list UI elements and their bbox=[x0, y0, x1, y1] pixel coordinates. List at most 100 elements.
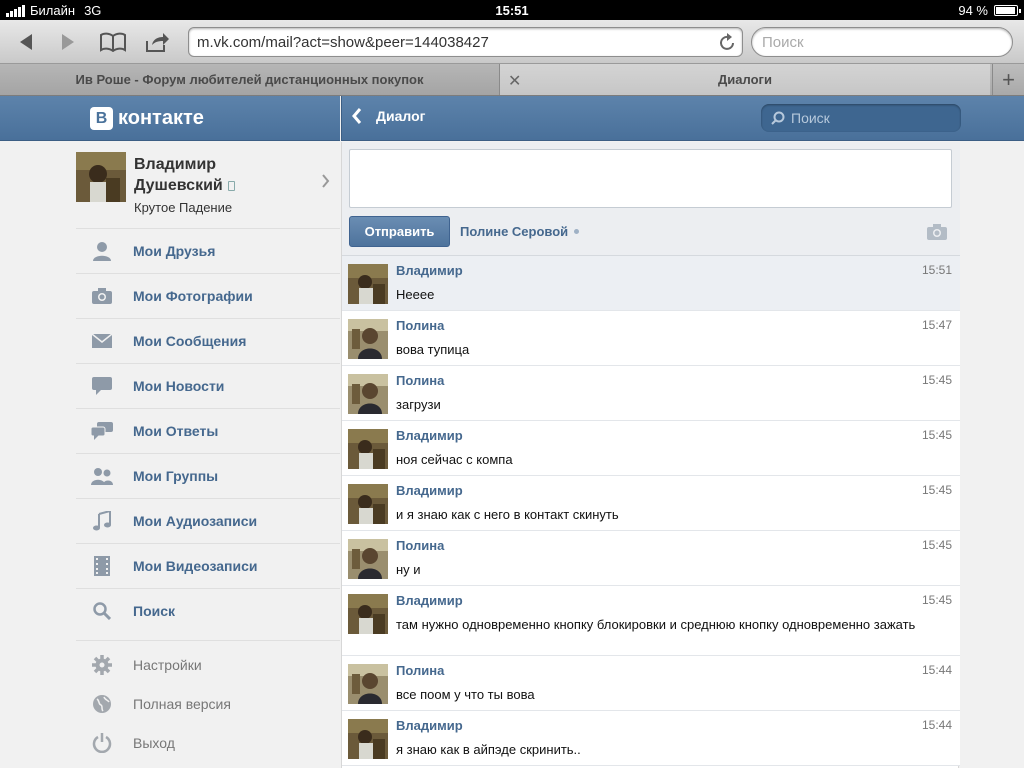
message-time: 15:45 bbox=[921, 593, 952, 607]
battery-icon bbox=[994, 5, 1021, 16]
share-icon[interactable] bbox=[142, 28, 172, 56]
recipient-label[interactable]: Полине Серовой bbox=[460, 224, 580, 239]
message-list: Владимир 15:51 Неееe Полина 15:47 вова т… bbox=[342, 256, 960, 766]
sidebar-item-logout[interactable]: Выход bbox=[76, 723, 340, 762]
browser-toolbar: m.vk.com/mail?act=show&peer=144038427 По… bbox=[0, 20, 1024, 64]
vk-header-sidebar: B контакте bbox=[0, 96, 340, 141]
message-author[interactable]: Полина bbox=[396, 663, 444, 678]
battery-info: 94 % bbox=[958, 3, 1021, 18]
sidebar-menu: Мои Друзья Мои Фотографии Мои Сообщения … bbox=[76, 228, 340, 633]
sidebar-item-label: Мои Фотографии bbox=[133, 288, 253, 304]
sidebar-item-label: Мои Новости bbox=[133, 378, 225, 394]
message-author[interactable]: Полина bbox=[396, 318, 444, 333]
forward-arrow-icon[interactable] bbox=[54, 28, 84, 56]
message-row[interactable]: Полина 15:44 все поом у что ты вова bbox=[342, 656, 960, 711]
message-row[interactable]: Владимир 15:51 Неееe bbox=[342, 256, 960, 311]
reload-icon[interactable] bbox=[720, 33, 736, 55]
sidebar-item-news[interactable]: Мои Новости bbox=[76, 363, 340, 408]
vk-logo[interactable]: B контакте bbox=[90, 107, 204, 130]
message-author[interactable]: Владимир bbox=[396, 263, 463, 278]
message-time: 15:45 bbox=[921, 538, 952, 552]
message-time: 15:45 bbox=[921, 373, 952, 387]
avatar bbox=[348, 319, 388, 359]
power-icon bbox=[76, 732, 133, 753]
sidebar-item-label: Выход bbox=[133, 734, 175, 751]
message-text: все поом у что ты вова bbox=[396, 687, 535, 702]
sidebar-item-full-version[interactable]: Полная версия bbox=[76, 684, 340, 723]
speech-bubble-icon bbox=[76, 377, 133, 395]
tab-dialogs[interactable]: Диалоги bbox=[500, 64, 990, 95]
vk-logo-text: контакте bbox=[118, 107, 204, 129]
sidebar-item-friends[interactable]: Мои Друзья bbox=[76, 228, 340, 273]
send-button[interactable]: Отправить bbox=[349, 216, 450, 247]
sidebar-item-label: Мои Видеозаписи bbox=[133, 558, 258, 574]
message-author[interactable]: Полина bbox=[396, 373, 444, 388]
back-to-dialogs-button[interactable]: Диалог bbox=[352, 108, 425, 124]
sidebar-item-video[interactable]: Мои Видеозаписи bbox=[76, 543, 340, 588]
message-author[interactable]: Владимир bbox=[396, 593, 463, 608]
message-input[interactable] bbox=[349, 149, 952, 208]
mobile-icon bbox=[227, 180, 235, 191]
message-text: я знаю как в айпэде скринить.. bbox=[396, 742, 581, 757]
tab-forum[interactable]: Ив Роше - Форум любителей дистанционных … bbox=[0, 64, 500, 95]
message-time: 15:44 bbox=[921, 718, 952, 732]
attach-photo-icon[interactable] bbox=[927, 224, 947, 245]
message-time: 15:47 bbox=[921, 318, 952, 332]
film-icon bbox=[76, 556, 133, 576]
message-text: загрузи bbox=[396, 397, 441, 412]
message-row[interactable]: Владимир 15:45 там нужно одновременно кн… bbox=[342, 586, 960, 656]
message-row[interactable]: Владимир 15:45 и я знаю как с него в кон… bbox=[342, 476, 960, 531]
sidebar-item-label: Мои Группы bbox=[133, 468, 219, 484]
sidebar-secondary-menu: Настройки Полная версия Выход bbox=[76, 640, 340, 762]
message-row[interactable]: Владимир 15:44 я знаю как в айпэде скрин… bbox=[342, 711, 960, 766]
compose-area: Отправить Полине Серовой bbox=[342, 142, 960, 256]
sidebar-item-label: Настройки bbox=[133, 656, 202, 673]
avatar bbox=[348, 594, 388, 634]
message-text: ну и bbox=[396, 562, 421, 577]
message-row[interactable]: Полина 15:47 вова тупица bbox=[342, 311, 960, 366]
sidebar-item-search[interactable]: Поиск bbox=[76, 588, 340, 633]
message-author[interactable]: Владимир bbox=[396, 483, 463, 498]
message-row[interactable]: Полина 15:45 загрузи bbox=[342, 366, 960, 421]
message-author[interactable]: Полина bbox=[396, 538, 444, 553]
user-icon bbox=[76, 241, 133, 261]
sidebar-item-photos[interactable]: Мои Фотографии bbox=[76, 273, 340, 318]
browser-search-input[interactable]: Поиск bbox=[751, 27, 1013, 57]
message-author[interactable]: Владимир bbox=[396, 718, 463, 733]
profile-first-name: Владимир bbox=[134, 156, 217, 173]
message-time: 15:51 bbox=[921, 263, 952, 277]
new-tab-icon[interactable]: + bbox=[992, 64, 1024, 95]
url-field[interactable]: m.vk.com/mail?act=show&peer=144038427 bbox=[188, 27, 743, 57]
avatar bbox=[348, 429, 388, 469]
vk-header-dialog: Диалог Поиск bbox=[341, 96, 1024, 141]
bookmarks-icon[interactable] bbox=[98, 28, 128, 56]
sidebar-item-settings[interactable]: Настройки bbox=[76, 645, 340, 684]
vk-page: B контакте Диалог Поиск Владимир Душевск… bbox=[0, 96, 1024, 768]
sidebar-item-label: Полная версия bbox=[133, 695, 231, 712]
battery-percent: 94 % bbox=[958, 3, 988, 18]
sidebar-item-groups[interactable]: Мои Группы bbox=[76, 453, 340, 498]
message-row[interactable]: Владимир 15:45 ноя сейчас с компа bbox=[342, 421, 960, 476]
vk-logo-mark: B bbox=[90, 107, 113, 130]
message-author[interactable]: Владимир bbox=[396, 428, 463, 443]
back-arrow-icon[interactable] bbox=[10, 28, 40, 56]
close-tab-icon[interactable]: ✕ bbox=[508, 71, 521, 91]
status-time: 15:51 bbox=[495, 3, 529, 18]
avatar bbox=[348, 484, 388, 524]
sidebar-item-messages[interactable]: Мои Сообщения bbox=[76, 318, 340, 363]
profile-card[interactable]: Владимир Душевский Крутое Падение bbox=[76, 152, 340, 228]
vk-search-input[interactable]: Поиск bbox=[761, 104, 961, 132]
sidebar-item-label: Поиск bbox=[133, 603, 176, 619]
message-row[interactable]: Полина 15:45 ну и bbox=[342, 531, 960, 586]
sidebar-item-label: Мои Сообщения bbox=[133, 333, 247, 349]
sidebar-item-answers[interactable]: Мои Ответы bbox=[76, 408, 340, 453]
gear-icon bbox=[76, 654, 133, 675]
avatar bbox=[348, 719, 388, 759]
online-status-icon bbox=[574, 229, 580, 234]
sidebar-item-label: Мои Друзья bbox=[133, 243, 216, 259]
message-text: ноя сейчас с компа bbox=[396, 452, 513, 467]
avatar bbox=[348, 374, 388, 414]
message-text: там нужно одновременно кнопку блокировки… bbox=[396, 617, 916, 632]
envelope-icon bbox=[76, 334, 133, 348]
sidebar-item-audio[interactable]: Мои Аудиозаписи bbox=[76, 498, 340, 543]
